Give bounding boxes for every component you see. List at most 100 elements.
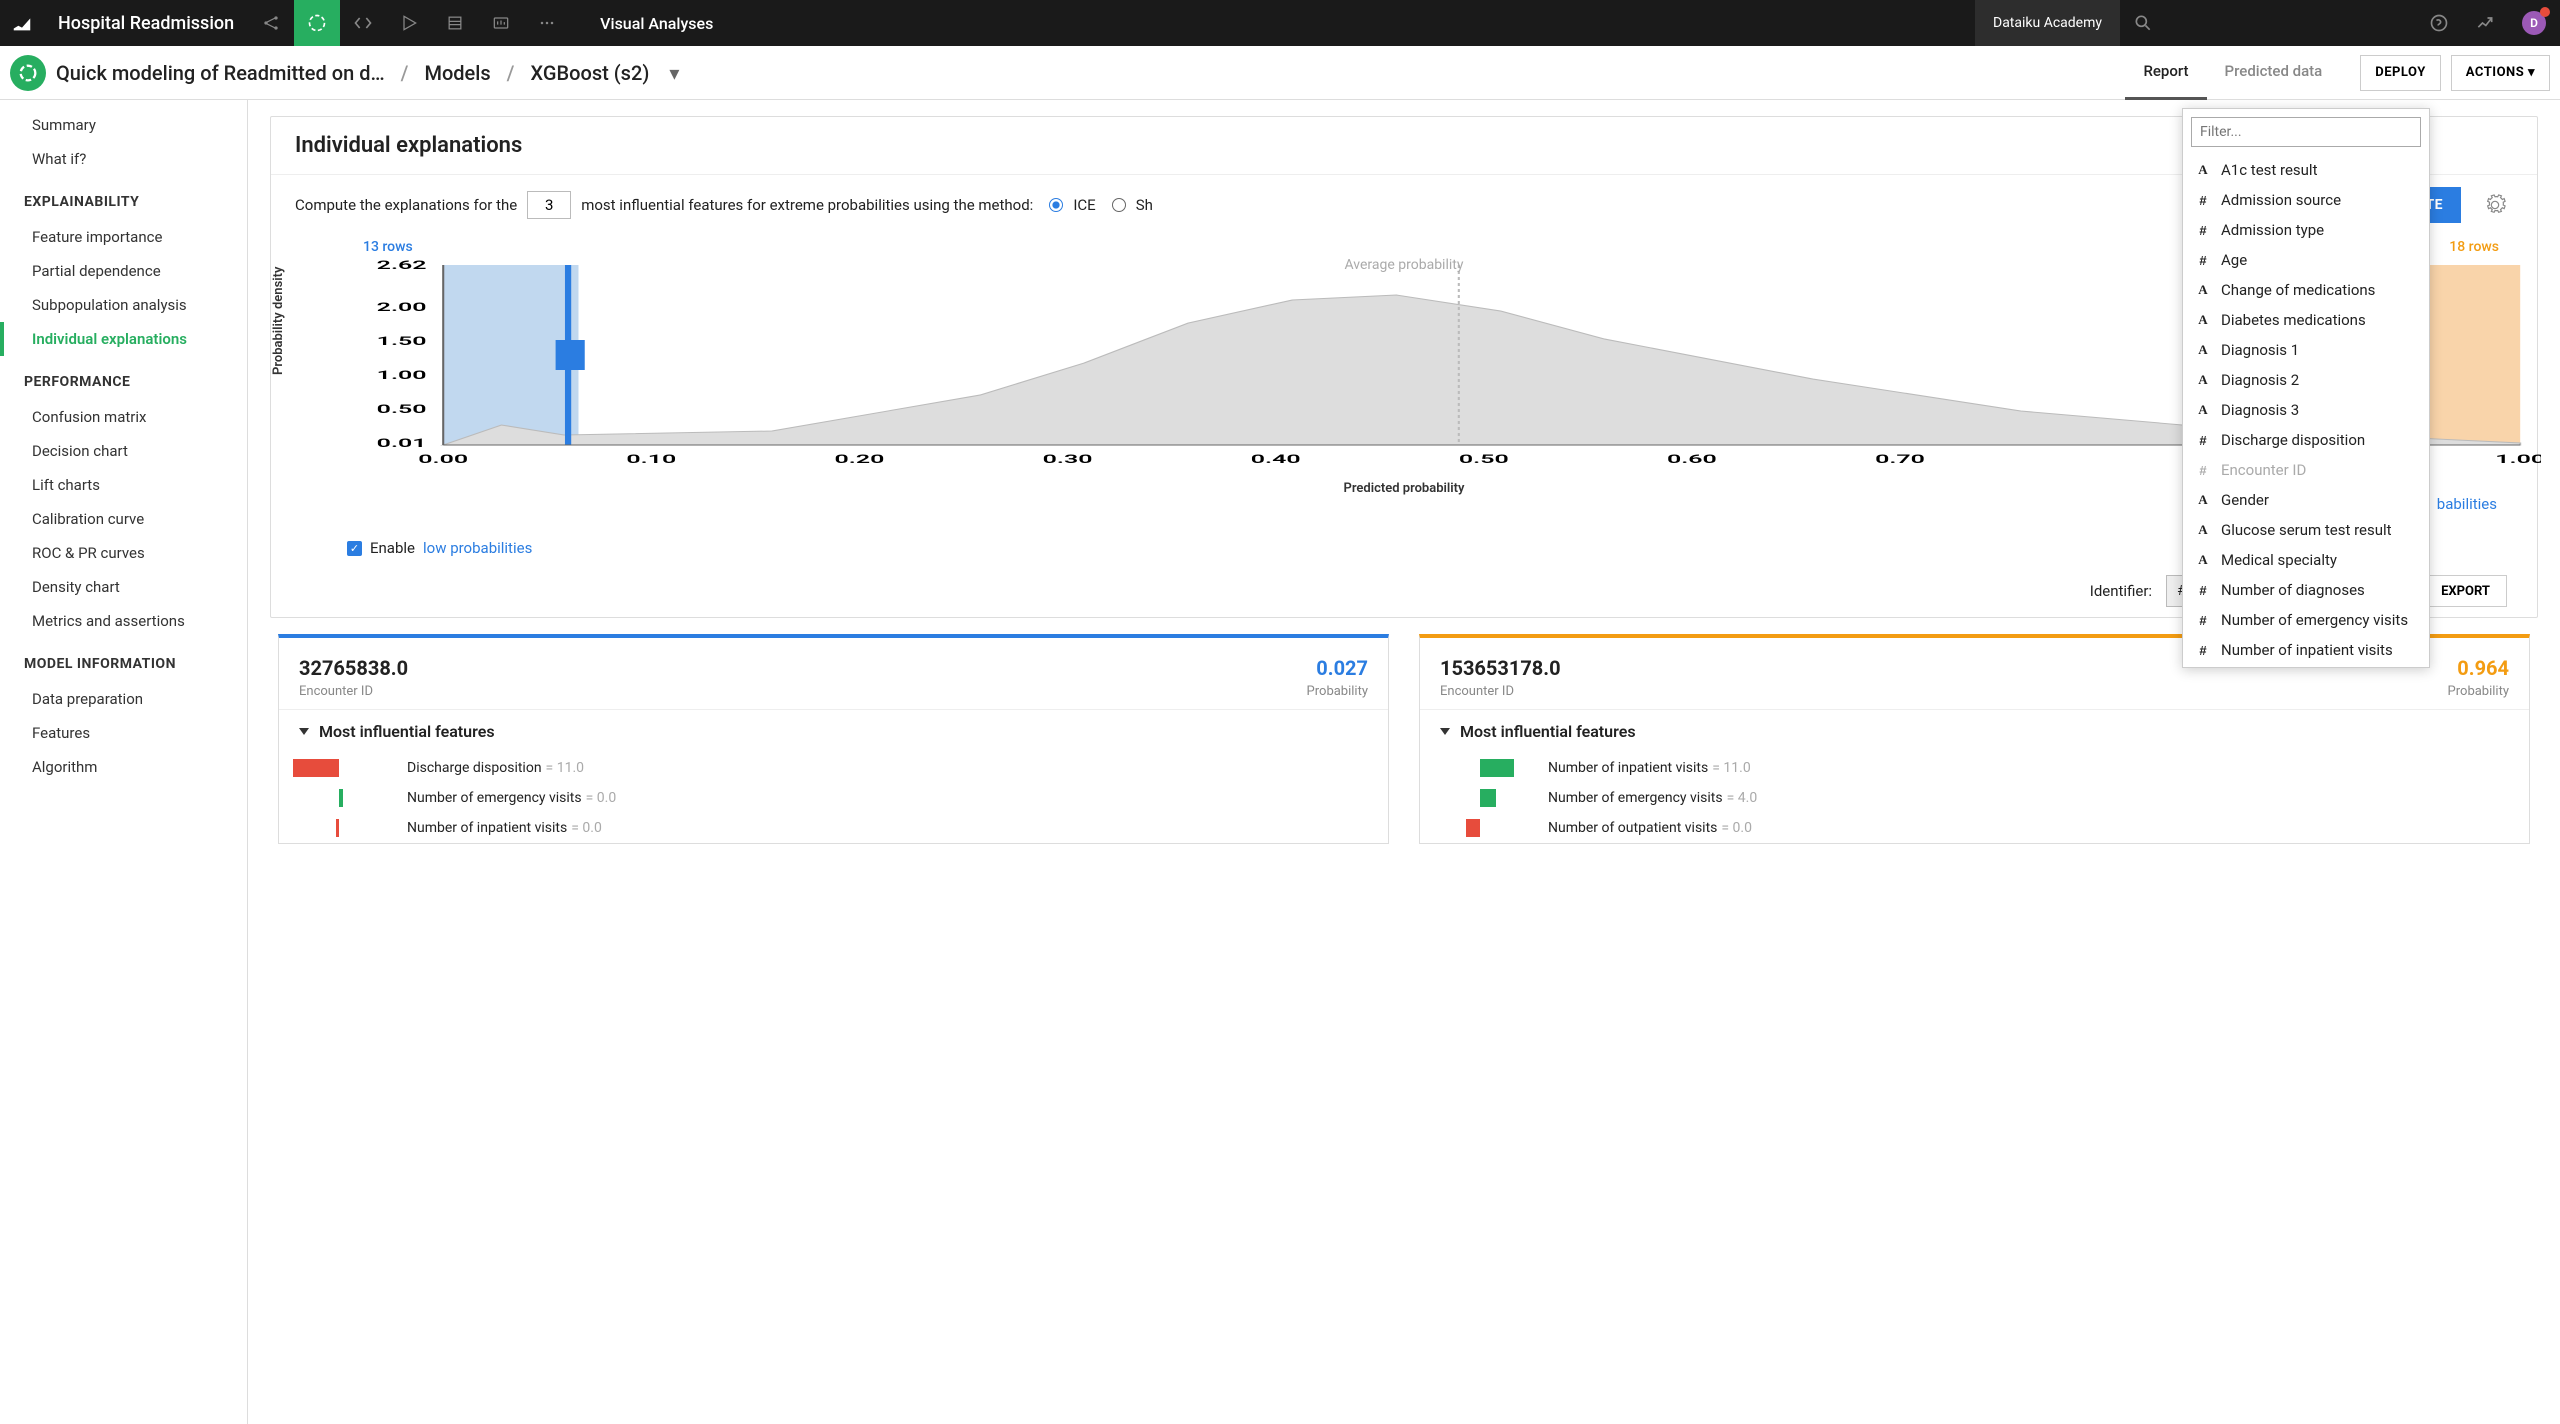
checkbox-icon: ✓ <box>347 541 362 556</box>
sidebar-item-decision-chart[interactable]: Decision chart <box>0 434 247 468</box>
svg-text:0.40: 0.40 <box>1251 452 1301 466</box>
sidebar-head-model-info: MODEL INFORMATION <box>0 638 247 682</box>
code-icon[interactable] <box>340 0 386 46</box>
feature-row: Number of emergency visits= 4.0 <box>1420 783 2529 813</box>
number-type-icon: # <box>2195 223 2211 238</box>
export-button[interactable]: EXPORT <box>2424 575 2507 607</box>
dropdown-item[interactable]: #Number of inpatient visits <box>2183 635 2429 665</box>
sidebar-item-data-prep[interactable]: Data preparation <box>0 682 247 716</box>
method-shapley[interactable]: Sh <box>1112 196 1153 214</box>
chevron-down-icon[interactable]: ▾ <box>669 61 679 85</box>
crumb-algo[interactable]: XGBoost (s2) <box>530 61 649 85</box>
dashboard-icon[interactable] <box>478 0 524 46</box>
sidebar-item-partial-dependence[interactable]: Partial dependence <box>0 254 247 288</box>
sidebar-item-features[interactable]: Features <box>0 716 247 750</box>
svg-text:0.20: 0.20 <box>835 452 885 466</box>
dropdown-item[interactable]: #Number of emergency visits <box>2183 605 2429 635</box>
model-icon[interactable] <box>0 46 56 100</box>
top-bar: Hospital Readmission Visual Analyses Dat… <box>0 0 2560 46</box>
dropdown-item[interactable]: ADiagnosis 1 <box>2183 335 2429 365</box>
top-title: Visual Analyses <box>600 14 713 33</box>
number-type-icon: # <box>2195 643 2211 658</box>
trend-icon[interactable] <box>2462 0 2508 46</box>
sidebar-item-algorithm[interactable]: Algorithm <box>0 750 247 784</box>
sidebar-item-calibration[interactable]: Calibration curve <box>0 502 247 536</box>
help-icon[interactable] <box>2416 0 2462 46</box>
dropdown-item[interactable]: #Age <box>2183 245 2429 275</box>
svg-text:0.50: 0.50 <box>1459 452 1509 466</box>
play-icon[interactable] <box>386 0 432 46</box>
project-name[interactable]: Hospital Readmission <box>44 13 248 34</box>
n-features-input[interactable] <box>527 191 571 219</box>
text-type-icon: A <box>2195 552 2211 568</box>
section-toggle[interactable]: Most influential features <box>1420 709 2529 753</box>
crumb-models[interactable]: Models <box>424 61 490 85</box>
tab-report[interactable]: Report <box>2125 46 2206 100</box>
svg-text:0.30: 0.30 <box>1043 452 1093 466</box>
identifier-label: Identifier: <box>2090 582 2152 600</box>
sidebar-item-individual-explanations[interactable]: Individual explanations <box>0 322 247 356</box>
dropdown-item[interactable]: AMedical specialty <box>2183 545 2429 575</box>
feature-row: Number of outpatient visits= 0.0 <box>1420 813 2529 843</box>
user-avatar[interactable]: D <box>2522 11 2546 35</box>
share-icon[interactable] <box>248 0 294 46</box>
feature-row: Number of emergency visits= 0.0 <box>279 783 1388 813</box>
dropdown-item[interactable]: #Admission source <box>2183 185 2429 215</box>
svg-text:2.00: 2.00 <box>377 300 427 314</box>
method-ice[interactable]: ICE <box>1049 196 1095 214</box>
svg-text:0.00: 0.00 <box>418 452 468 466</box>
dropdown-item[interactable]: #Number of lab procedures <box>2183 665 2429 668</box>
dropdown-item[interactable]: #Discharge disposition <box>2183 425 2429 455</box>
rows-left-label: 13 rows <box>363 239 413 255</box>
number-type-icon: # <box>2195 463 2211 478</box>
text-type-icon: A <box>2195 402 2211 418</box>
text-type-icon: A <box>2195 342 2211 358</box>
more-icon[interactable] <box>524 0 570 46</box>
gear-icon[interactable] <box>2477 187 2513 223</box>
search-icon[interactable] <box>2120 0 2166 46</box>
dropdown-item[interactable]: #Admission type <box>2183 215 2429 245</box>
triangle-down-icon <box>1440 728 1450 735</box>
high-prob-toggle[interactable]: babilities <box>2437 495 2497 513</box>
card-id: 153653178.0 <box>1440 656 1561 680</box>
dropdown-item[interactable]: ADiagnosis 3 <box>2183 395 2429 425</box>
dropdown-item[interactable]: AA1c test result <box>2183 155 2429 185</box>
flow-icon[interactable] <box>294 0 340 46</box>
dropdown-item[interactable]: AChange of medications <box>2183 275 2429 305</box>
actions-button[interactable]: ACTIONS ▾ <box>2451 55 2550 91</box>
sidebar-item-lift-charts[interactable]: Lift charts <box>0 468 247 502</box>
app-logo[interactable] <box>0 0 44 46</box>
sidebar-item-roc[interactable]: ROC & PR curves <box>0 536 247 570</box>
crumb-root[interactable]: Quick modeling of Readmitted on d… <box>56 61 385 85</box>
dropdown-item[interactable]: AGlucose serum test result <box>2183 515 2429 545</box>
dropdown-item[interactable]: ADiagnosis 2 <box>2183 365 2429 395</box>
dropdown-item[interactable]: ADiabetes medications <box>2183 305 2429 335</box>
sidebar-item-metrics[interactable]: Metrics and assertions <box>0 604 247 638</box>
sidebar-item-subpopulation[interactable]: Subpopulation analysis <box>0 288 247 322</box>
number-type-icon: # <box>2195 613 2211 628</box>
text-type-icon: A <box>2195 312 2211 328</box>
dropdown-item[interactable]: #Number of diagnoses <box>2183 575 2429 605</box>
tab-predicted-data[interactable]: Predicted data <box>2207 46 2341 100</box>
breadcrumb-bar: Quick modeling of Readmitted on d… / Mod… <box>0 46 2560 100</box>
content: Individual explanations Compute the expl… <box>248 100 2560 1424</box>
feature-row: Discharge disposition= 11.0 <box>279 753 1388 783</box>
dropdown-item[interactable]: AGender <box>2183 485 2429 515</box>
dropdown-item[interactable]: #Encounter ID <box>2183 455 2429 485</box>
average-caption: Average probability <box>1345 257 1464 273</box>
svg-text:0.70: 0.70 <box>1875 452 1925 466</box>
y-axis-label: Probability density <box>271 267 286 375</box>
sidebar-item-summary[interactable]: Summary <box>0 108 247 142</box>
dropdown-filter-input[interactable] <box>2191 117 2421 147</box>
sidebar-item-feature-importance[interactable]: Feature importance <box>0 220 247 254</box>
feature-row: Number of inpatient visits= 11.0 <box>1420 753 2529 783</box>
deploy-button[interactable]: DEPLOY <box>2360 55 2441 91</box>
sidebar-item-density[interactable]: Density chart <box>0 570 247 604</box>
text-type-icon: A <box>2195 372 2211 388</box>
section-toggle[interactable]: Most influential features <box>279 709 1388 753</box>
sidebar-item-whatif[interactable]: What if? <box>0 142 247 176</box>
card-probability: 0.964 <box>2448 656 2509 680</box>
academy-button[interactable]: Dataiku Academy <box>1975 0 2120 46</box>
sidebar-item-confusion[interactable]: Confusion matrix <box>0 400 247 434</box>
stack-icon[interactable] <box>432 0 478 46</box>
